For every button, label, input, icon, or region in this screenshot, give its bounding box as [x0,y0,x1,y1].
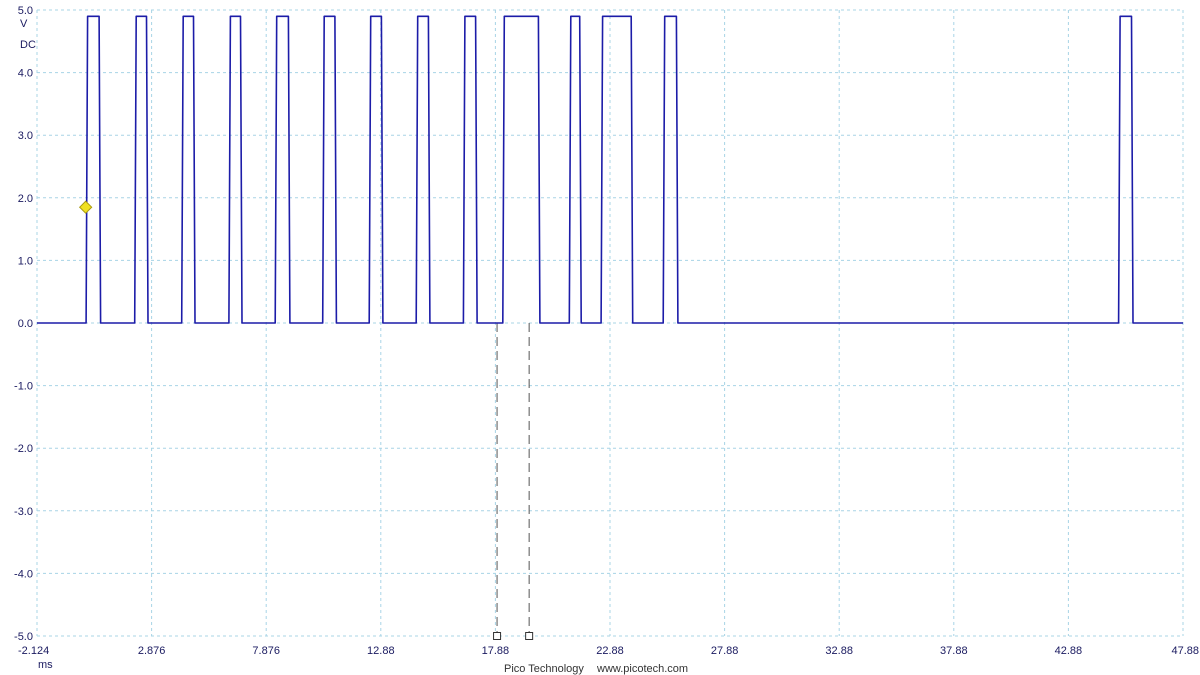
trigger-marker[interactable] [78,200,93,214]
oscilloscope-chart: -2.124 2.876 7.876 12.88 17.88 22.88 27.88 32.8… [14,5,1199,675]
y-unit-label: V [20,18,28,30]
x-tick-label: 32.88 [825,645,853,657]
footer-url: www.picotech.com [596,663,688,675]
y-coupling-label: DC [20,39,36,51]
trigger-diamond[interactable] [78,200,93,214]
x-tick-label: 47.88 [1171,645,1199,657]
x-tick-label: -2.124 [18,645,49,657]
time-ruler-handle[interactable] [493,632,502,640]
footer-brand: Pico Technology [504,663,584,675]
x-tick-label: 37.88 [940,645,968,657]
x-tick-label: 17.88 [482,645,510,657]
y-tick-label: -4.0 [14,568,33,580]
y-tick-label: 5.0 [18,5,33,17]
y-tick-label: 2.0 [18,193,33,205]
x-tick-label: 42.88 [1055,645,1083,657]
x-tick-label: 12.88 [367,645,395,657]
time-ruler-handle[interactable] [525,632,534,640]
y-tick-label: 3.0 [18,130,33,142]
x-tick-label: 27.88 [711,645,739,657]
x-tick-label: 2.876 [138,645,166,657]
y-tick-label: -3.0 [14,506,33,518]
x-tick-label: 7.876 [252,645,280,657]
y-tick-label: 1.0 [18,255,33,267]
axis-labels: -2.124 2.876 7.876 12.88 17.88 22.88 27.88 32.8… [14,5,1199,657]
time-rulers[interactable] [493,323,534,640]
y-tick-label: 0.0 [18,318,33,330]
y-tick-label: -5.0 [14,631,33,643]
x-tick-label: 22.88 [596,645,624,657]
y-tick-label: -1.0 [14,381,33,393]
y-tick-label: -2.0 [14,443,33,455]
y-tick-label: 4.0 [18,68,33,80]
x-unit-label: ms [38,659,53,671]
